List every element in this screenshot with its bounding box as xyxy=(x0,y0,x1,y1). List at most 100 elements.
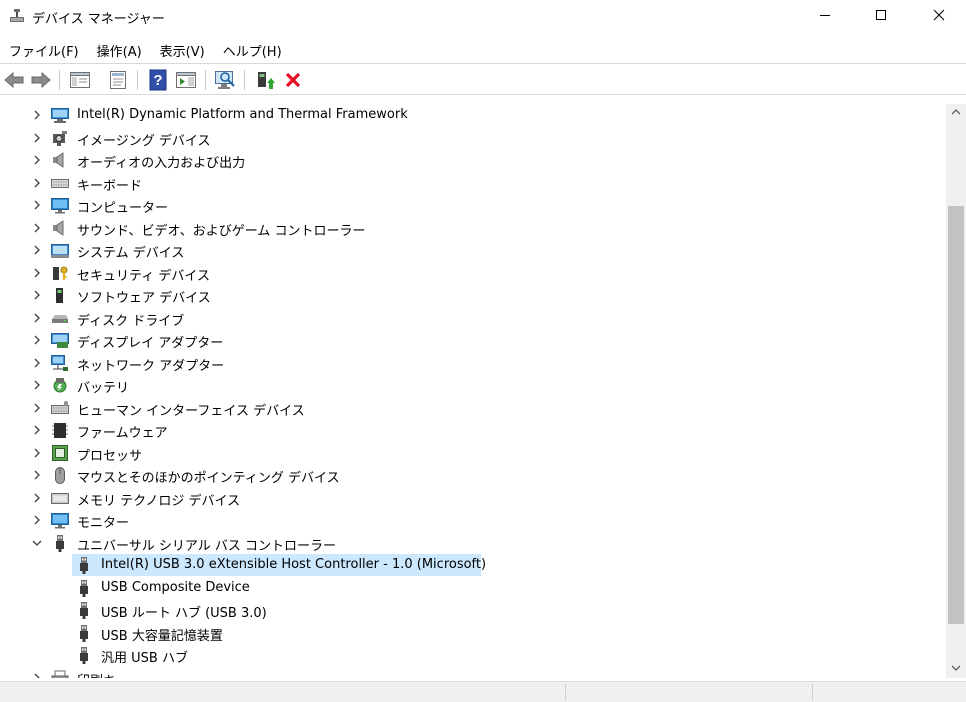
tree-category[interactable]: メモリ テクノロジ デバイス xyxy=(0,487,946,509)
tree-item-label: Intel(R) Dynamic Platform and Thermal Fr… xyxy=(77,107,408,122)
svg-text:?: ? xyxy=(153,72,162,89)
chevron-right-icon[interactable] xyxy=(30,153,44,167)
tree-category[interactable]: ユニバーサル シリアル バス コントローラー xyxy=(0,532,946,554)
chevron-right-icon[interactable] xyxy=(30,221,44,235)
tree-device[interactable]: USB 大容量記憶装置 xyxy=(0,622,946,644)
tree-device[interactable]: Intel(R) USB 3.0 eXtensible Host Control… xyxy=(0,554,946,576)
usb-icon xyxy=(80,624,88,642)
tree-item-label: ユニバーサル シリアル バス コントローラー xyxy=(77,538,337,554)
tree-category[interactable]: バッテリ xyxy=(0,374,946,396)
chevron-right-icon[interactable] xyxy=(30,288,44,302)
minimize-icon xyxy=(820,15,830,16)
show-hide-tree-icon xyxy=(70,72,90,88)
chevron-right-icon[interactable] xyxy=(30,671,44,679)
menu-view[interactable]: 表示(V) xyxy=(151,38,214,62)
tree-category[interactable]: コンピューター xyxy=(0,194,946,216)
status-bar-divider xyxy=(812,684,813,701)
tree-item-label: バッテリ xyxy=(77,381,130,396)
minimize-button[interactable] xyxy=(796,0,854,30)
firmware-icon xyxy=(52,423,68,438)
tree-category[interactable]: モニター xyxy=(0,509,946,531)
chevron-right-icon[interactable] xyxy=(30,108,44,122)
printer-icon xyxy=(51,670,69,678)
help-button[interactable]: ? xyxy=(146,68,170,92)
chevron-right-icon[interactable] xyxy=(30,131,44,145)
tree-device[interactable]: 汎用 USB ハブ xyxy=(0,644,946,666)
maximize-button[interactable] xyxy=(852,0,910,30)
show-hide-tree-button[interactable] xyxy=(68,68,92,92)
chevron-right-icon[interactable] xyxy=(30,401,44,415)
scroll-down-icon[interactable] xyxy=(950,662,962,674)
chevron-right-icon[interactable] xyxy=(30,356,44,370)
action-pane-icon xyxy=(176,72,196,88)
chevron-right-icon[interactable] xyxy=(30,468,44,482)
uninstall-device-button[interactable] xyxy=(281,68,305,92)
tree-item-label: Intel(R) USB 3.0 eXtensible Host Control… xyxy=(101,557,487,572)
menu-help[interactable]: ヘルプ(H) xyxy=(214,38,291,62)
chevron-right-icon[interactable] xyxy=(30,446,44,460)
close-button[interactable] xyxy=(910,0,966,30)
tree-device[interactable]: USB Composite Device xyxy=(0,577,946,599)
tree-category[interactable]: セキュリティ デバイス xyxy=(0,262,946,284)
properties-button[interactable] xyxy=(106,68,130,92)
tree-item-label: ディスク ドライブ xyxy=(77,313,185,329)
tree-category[interactable]: ソフトウェア デバイス xyxy=(0,284,946,306)
scroll-up-icon[interactable] xyxy=(950,106,962,118)
properties-icon xyxy=(110,71,126,89)
tree-category[interactable]: システム デバイス xyxy=(0,239,946,261)
scan-hardware-button[interactable] xyxy=(213,68,237,92)
tree-category[interactable]: マウスとそのほかのポインティング デバイス xyxy=(0,464,946,486)
forward-button[interactable] xyxy=(29,68,53,92)
chevron-right-icon[interactable] xyxy=(30,513,44,527)
tree-category[interactable]: 印刷キュー xyxy=(0,667,946,679)
tree-category[interactable]: イメージング デバイス xyxy=(0,127,946,149)
menu-file[interactable]: ファイル(F) xyxy=(0,38,88,62)
chevron-right-icon[interactable] xyxy=(30,378,44,392)
tree-item-label: サウンド、ビデオ、およびゲーム コントローラー xyxy=(77,223,366,239)
tree-category[interactable]: プロセッサ xyxy=(0,442,946,464)
action-pane-button[interactable] xyxy=(174,68,198,92)
vertical-scrollbar[interactable] xyxy=(946,104,966,678)
tree-category[interactable]: キーボード xyxy=(0,172,946,194)
chevron-right-icon[interactable] xyxy=(30,311,44,325)
tree-item-label: コンピューター xyxy=(77,201,169,216)
scan-hardware-icon xyxy=(215,71,235,89)
tree-category[interactable]: サウンド、ビデオ、およびゲーム コントローラー xyxy=(0,217,946,239)
back-button[interactable] xyxy=(2,68,26,92)
chevron-right-icon[interactable] xyxy=(30,198,44,212)
speaker-icon xyxy=(53,219,64,236)
chevron-right-icon[interactable] xyxy=(30,176,44,190)
toolbar-separator xyxy=(205,70,206,90)
chevron-right-icon[interactable] xyxy=(30,491,44,505)
tree-item-label: USB ルート ハブ (USB 3.0) xyxy=(101,606,267,621)
tree-category[interactable]: Intel(R) Dynamic Platform and Thermal Fr… xyxy=(0,104,946,126)
chevron-right-icon[interactable] xyxy=(30,423,44,437)
tree-category[interactable]: ファームウェア xyxy=(0,419,946,441)
menu-bar: ファイル(F) 操作(A) 表示(V) ヘルプ(H) xyxy=(0,38,291,62)
memory-icon xyxy=(51,492,69,504)
update-driver-button[interactable] xyxy=(253,68,277,92)
tree-category[interactable]: ディスク ドライブ xyxy=(0,307,946,329)
usb-icon xyxy=(80,579,88,597)
menu-action[interactable]: 操作(A) xyxy=(88,38,151,62)
tree-category[interactable]: オーディオの入力および出力 xyxy=(0,149,946,171)
tree-item-label: セキュリティ デバイス xyxy=(77,268,210,284)
tree-item-label: プロセッサ xyxy=(77,448,143,464)
tree-item-label: 汎用 USB ハブ xyxy=(101,651,188,666)
chevron-down-icon[interactable] xyxy=(30,536,44,550)
chevron-right-icon[interactable] xyxy=(30,266,44,280)
status-bar-divider xyxy=(565,684,566,701)
chevron-right-icon[interactable] xyxy=(30,243,44,257)
usb-icon xyxy=(80,602,88,619)
close-icon xyxy=(933,9,945,21)
tree-item-label: システム デバイス xyxy=(77,246,185,261)
chevron-right-icon[interactable] xyxy=(30,333,44,347)
tree-category[interactable]: ヒューマン インターフェイス デバイス xyxy=(0,397,946,419)
scrollbar-thumb[interactable] xyxy=(948,206,964,624)
tree-item-label: ソフトウェア デバイス xyxy=(77,291,211,306)
mouse-icon xyxy=(55,467,65,484)
tree-device[interactable]: USB ルート ハブ (USB 3.0) xyxy=(0,599,946,621)
tree-category[interactable]: ディスプレイ アダプター xyxy=(0,329,946,351)
tree-category[interactable]: ネットワーク アダプター xyxy=(0,352,946,374)
help-icon: ? xyxy=(149,69,167,91)
